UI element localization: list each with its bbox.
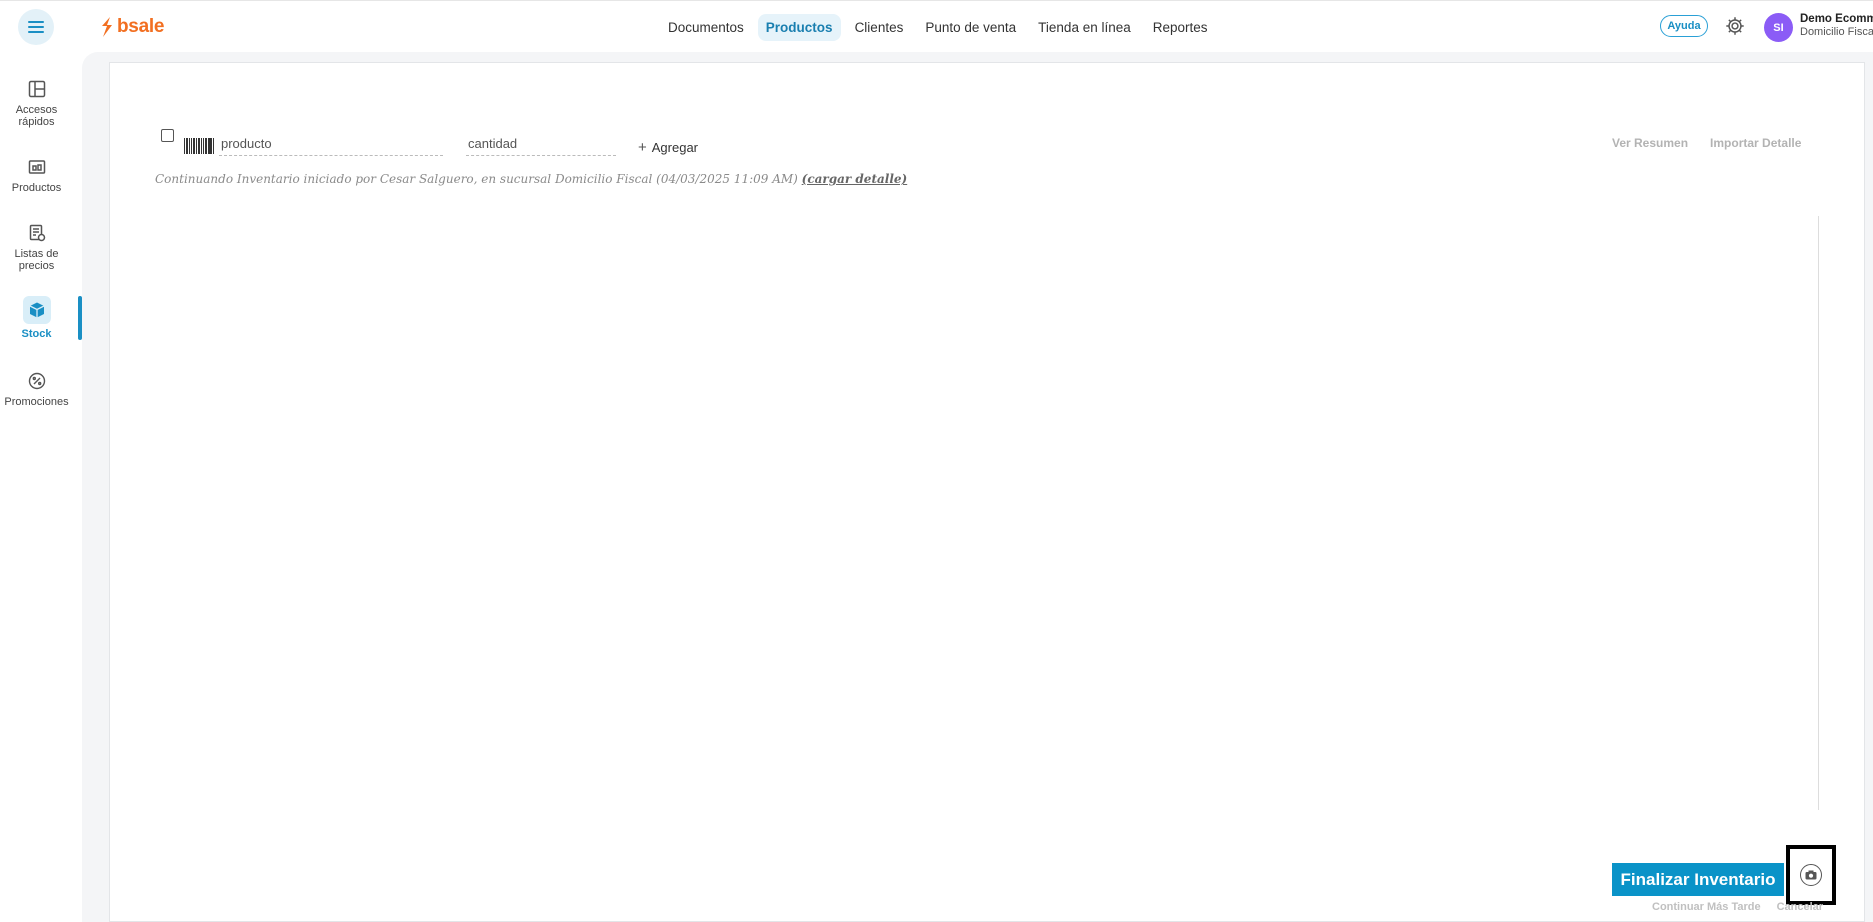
menu-toggle-button[interactable] [18, 9, 54, 45]
discount-icon [26, 370, 48, 392]
nav-productos[interactable]: Productos [757, 14, 841, 41]
brand-name: bsale [117, 16, 165, 37]
sidebar-item-productos[interactable]: Productos [0, 156, 73, 194]
sidebar-item-label: Productos [11, 182, 62, 194]
finish-inventory-button[interactable]: Finalizar Inventario [1612, 863, 1784, 896]
add-button-label: Agregar [651, 140, 699, 155]
hamburger-icon [28, 21, 44, 33]
sidebar-item-stock[interactable]: Stock [0, 296, 73, 340]
camera-button-highlight[interactable] [1786, 845, 1836, 905]
layout-icon [26, 78, 48, 100]
price-list-icon [26, 222, 48, 244]
sidebar-item-accesos-rapidos[interactable]: Accesos rápidos [0, 78, 73, 128]
bottom-actions: Continuar Más Tarde Cancelar [1652, 901, 1823, 913]
panel-divider [1818, 216, 1819, 810]
sidebar-item-label: rápidos [18, 116, 55, 128]
nav-tienda-en-linea[interactable]: Tienda en línea [1030, 14, 1139, 41]
bsale-logo-icon [100, 17, 114, 37]
view-summary-link[interactable]: Ver Resumen [1612, 136, 1688, 150]
quantity-input[interactable] [468, 136, 616, 151]
sidebar-item-label: Accesos [15, 104, 58, 116]
inventory-panel [109, 62, 1865, 922]
products-icon [26, 156, 48, 178]
quantity-field[interactable] [466, 136, 616, 156]
main-nav: Documentos Productos Clientes Punto de v… [660, 14, 1216, 41]
avatar[interactable]: SI [1764, 13, 1793, 42]
camera-icon[interactable] [1800, 864, 1822, 886]
plus-icon: + [638, 139, 647, 156]
product-field[interactable] [219, 136, 443, 156]
user-name: Demo Ecomm [1800, 13, 1873, 25]
barcode-icon[interactable] [184, 136, 215, 154]
cancel-link[interactable]: Cancelar [1777, 901, 1823, 913]
sidebar-item-listas-de-precios[interactable]: Listas de precios [0, 222, 73, 272]
user-branch: Domicilio Fisca [1800, 26, 1873, 38]
help-button[interactable]: Ayuda [1660, 15, 1708, 37]
sidebar-item-label: Stock [21, 328, 52, 340]
inventory-note: Continuando Inventario iniciado por Cesa… [155, 172, 907, 186]
load-detail-link[interactable]: (cargar detalle) [802, 172, 908, 186]
sidebar-item-promociones[interactable]: Promociones [0, 370, 73, 408]
continue-later-link[interactable]: Continuar Más Tarde [1652, 901, 1761, 913]
panel-actions: Ver Resumen Importar Detalle [1612, 136, 1801, 150]
product-input[interactable] [221, 136, 443, 151]
sidebar: Accesos rápidos Productos Listas de prec… [0, 52, 80, 922]
sidebar-item-label: Listas de [14, 248, 59, 260]
select-all-checkbox[interactable] [161, 129, 174, 142]
gear-icon[interactable] [1724, 15, 1746, 37]
import-detail-link[interactable]: Importar Detalle [1710, 136, 1801, 150]
nav-reportes[interactable]: Reportes [1145, 14, 1216, 41]
box-icon [22, 296, 51, 324]
nav-punto-de-venta[interactable]: Punto de venta [917, 14, 1024, 41]
top-bar: bsale Documentos Productos Clientes Punt… [0, 0, 1873, 53]
bsale-logo[interactable]: bsale [100, 15, 164, 39]
user-info[interactable]: Demo Ecomm Domicilio Fisca [1800, 13, 1873, 38]
nav-clientes[interactable]: Clientes [847, 14, 912, 41]
sidebar-item-label: precios [18, 260, 55, 272]
inventory-note-text: Continuando Inventario iniciado por Cesa… [155, 172, 798, 186]
sidebar-item-label: Promociones [4, 396, 69, 408]
add-button[interactable]: + Agregar [638, 139, 698, 156]
nav-documentos[interactable]: Documentos [660, 14, 752, 41]
